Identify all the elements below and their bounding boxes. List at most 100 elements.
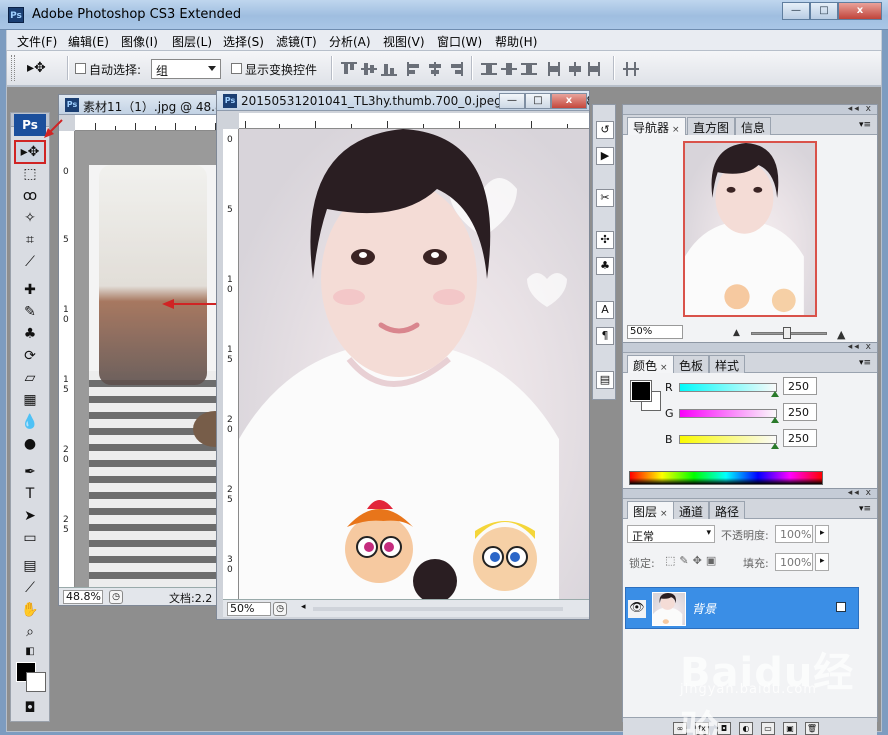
menu-filter[interactable]: 滤镜(T) [276, 33, 317, 50]
chevron-down-icon [208, 66, 216, 71]
menu-view[interactable]: 视图(V) [383, 33, 425, 50]
panel-menu-icon[interactable]: ▾≡ [859, 504, 871, 514]
distribute-hcenter-icon[interactable] [567, 62, 583, 76]
tab-paths[interactable]: 路径 [709, 501, 746, 519]
panel-header[interactable]: ◂◂ x [623, 104, 877, 115]
distribute-top-icon[interactable] [481, 62, 497, 76]
brushes-panel-icon[interactable]: ✣ [596, 231, 614, 249]
blue-slider[interactable] [679, 435, 779, 449]
layer-name[interactable]: 背景 [692, 600, 716, 617]
green-label: G [665, 407, 674, 420]
menu-help[interactable]: 帮助(H) [495, 33, 537, 50]
green-value-input[interactable]: 250 [783, 403, 817, 421]
opacity-input[interactable]: 100% [775, 525, 813, 543]
tab-layers[interactable]: 图层 × [627, 501, 674, 520]
document-2-canvas[interactable] [239, 129, 589, 599]
portrait-photo [239, 129, 567, 599]
character-panel-icon[interactable]: A [596, 301, 614, 319]
red-slider-handle[interactable] [771, 391, 779, 397]
document-2-horizontal-ruler[interactable] [239, 113, 589, 129]
auto-select-checkbox[interactable] [75, 63, 86, 74]
align-bottom-icon[interactable] [381, 62, 397, 76]
document-2-zoom-field[interactable]: 50% [227, 602, 271, 616]
panel-header[interactable]: ◂◂ x [623, 342, 877, 353]
menu-edit[interactable]: 编辑(E) [68, 33, 109, 50]
zoom-out-icon[interactable]: ▲ [733, 328, 740, 338]
tab-channels[interactable]: 通道 [673, 501, 710, 519]
fill-label: 填充: [743, 557, 769, 570]
menu-window[interactable]: 窗口(W) [437, 33, 482, 50]
blue-value-input[interactable]: 250 [783, 429, 817, 447]
menu-file[interactable]: 文件(F) [17, 33, 57, 50]
distribute-vcenter-icon[interactable] [501, 62, 517, 76]
color-spectrum-bar[interactable] [629, 471, 823, 485]
document-minimize-button[interactable]: — [499, 93, 525, 109]
green-slider-handle[interactable] [771, 417, 779, 423]
menu-select[interactable]: 选择(S) [223, 33, 264, 50]
layer-row-background[interactable]: 👁 背景 [625, 587, 859, 629]
lock-label: 锁定: [629, 557, 655, 570]
align-top-icon[interactable] [341, 62, 357, 76]
blue-slider-handle[interactable] [771, 443, 779, 449]
tab-histogram[interactable]: 直方图 [687, 117, 736, 135]
panel-menu-icon[interactable]: ▾≡ [859, 120, 871, 130]
align-left-icon[interactable] [407, 62, 423, 76]
distribute-bottom-icon[interactable] [521, 62, 537, 76]
horizontal-scrollbar[interactable] [313, 607, 563, 611]
visibility-eye-icon[interactable]: 👁 [628, 600, 646, 618]
auto-select-dropdown[interactable]: 组 [151, 59, 221, 79]
menu-layer[interactable]: 图层(L) [172, 33, 212, 50]
tool-presets-icon[interactable]: ✂ [596, 189, 614, 207]
status-info-icon[interactable]: ◷ [273, 602, 287, 616]
tab-color[interactable]: 颜色 × [627, 355, 674, 374]
status-info-icon[interactable]: ◷ [109, 590, 123, 604]
document-maximize-button[interactable]: □ [525, 93, 551, 109]
baidu-watermark: Baidu经验 jingyan.baidu.com [680, 640, 888, 735]
document-close-button[interactable]: x [551, 93, 587, 109]
close-button[interactable]: x [838, 2, 882, 20]
align-hcenter-icon[interactable] [427, 62, 443, 76]
move-tool-preset-icon[interactable]: ▸✥ [27, 60, 46, 76]
scroll-left-arrow-icon[interactable]: ◂ [301, 602, 306, 612]
fill-input[interactable]: 100% [775, 553, 813, 571]
panel-header[interactable]: ◂◂ x [623, 488, 877, 499]
red-slider[interactable] [679, 383, 779, 397]
distribute-right-icon[interactable] [587, 62, 603, 76]
clone-source-icon[interactable]: ♣ [596, 257, 614, 275]
tab-info[interactable]: 信息 [735, 117, 772, 135]
tab-swatches[interactable]: 色板 [673, 355, 710, 373]
blend-mode-select[interactable]: 正常 ▾ [627, 525, 715, 543]
zoom-in-icon[interactable]: ▲ [837, 328, 845, 341]
lock-options-icons[interactable]: ⬚✎✥▣ [665, 554, 720, 567]
document-2-vertical-ruler[interactable]: 0 5 10 15 20 25 30 [223, 129, 239, 599]
menu-analysis[interactable]: 分析(A) [329, 33, 371, 50]
opacity-slider-toggle[interactable]: ▸ [815, 525, 829, 543]
layer-comps-icon[interactable]: ▤ [596, 371, 614, 389]
paragraph-panel-icon[interactable]: ¶ [596, 327, 614, 345]
color-foreground-swatch[interactable] [630, 380, 652, 402]
auto-align-layers-icon[interactable] [623, 62, 639, 76]
history-panel-icon[interactable]: ↺ [596, 121, 614, 139]
fill-slider-toggle[interactable]: ▸ [815, 553, 829, 571]
red-value-input[interactable]: 250 [783, 377, 817, 395]
tab-styles[interactable]: 样式 [709, 355, 746, 373]
document-2-title[interactable]: Ps 20150531201041_TL3hy.thumb.700_0.jpeg… [217, 91, 589, 111]
green-slider[interactable] [679, 409, 779, 423]
tab-navigator[interactable]: 导航器 × [627, 117, 686, 136]
panel-menu-icon[interactable]: ▾≡ [859, 358, 871, 368]
document-1-zoom-field[interactable]: 48.8% [63, 590, 103, 604]
show-transform-checkbox[interactable] [231, 63, 242, 74]
menu-bar: 文件(F) 编辑(E) 图像(I) 图层(L) 选择(S) 滤镜(T) 分析(A… [6, 30, 882, 50]
document-1-vertical-ruler[interactable]: 0 5 10 15 20 25 [59, 131, 75, 587]
align-right-icon[interactable] [447, 62, 463, 76]
navigator-zoom-field[interactable]: 50% [627, 325, 683, 339]
menu-image[interactable]: 图像(I) [121, 33, 158, 50]
navigator-thumbnail[interactable] [683, 141, 817, 317]
actions-panel-icon[interactable]: ▶ [596, 147, 614, 165]
navigator-zoom-knob[interactable] [783, 327, 791, 339]
align-vcenter-icon[interactable] [361, 62, 377, 76]
maximize-button[interactable]: □ [810, 2, 838, 20]
distribute-left-icon[interactable] [547, 62, 563, 76]
minimize-button[interactable]: — [782, 2, 810, 20]
options-grip[interactable] [11, 55, 15, 81]
